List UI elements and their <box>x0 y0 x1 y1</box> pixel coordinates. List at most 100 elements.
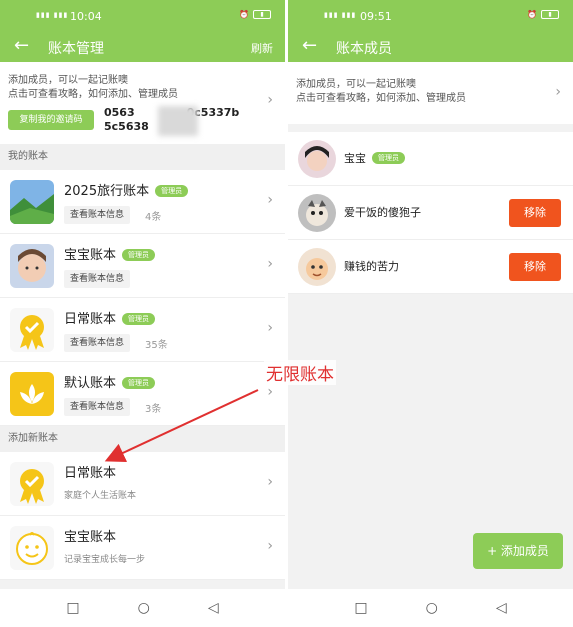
add-member-button[interactable]: + 添加成员 <box>473 533 563 569</box>
back-arrow-icon[interactable]: ← <box>302 36 317 56</box>
landscape-photo-icon <box>10 180 54 224</box>
tip-line-1: 添加成员，可以一起记账噢 <box>296 79 416 90</box>
back-triangle-icon[interactable]: ◁ <box>496 600 507 616</box>
status-bar: ▮▮▮ ▮▮▮ 10:04 ⏰ ▮ <box>0 0 285 32</box>
redaction-blur <box>158 106 198 136</box>
back-triangle-icon[interactable]: ◁ <box>208 600 219 616</box>
view-book-info-button[interactable]: 查看账本信息 <box>64 334 131 352</box>
member-name: 爱干饭的傻狍子 <box>344 206 421 219</box>
member-name-text: 宝宝 <box>344 152 366 165</box>
status-time: 10:04 <box>70 10 102 23</box>
admin-badge: 管理员 <box>122 377 156 389</box>
tip-line-2: 点击可查看攻略，如何添加、管理成员 <box>8 89 178 100</box>
alarm-icon: ⏰ <box>239 10 249 19</box>
member-name: 赚钱的苦力 <box>344 260 399 273</box>
left-phone-screen: ▮▮▮ ▮▮▮ 10:04 ⏰ ▮ ← 账本管理 刷新 添加成员，可以一起记账噢 … <box>0 0 285 627</box>
member-row[interactable]: 爱干饭的傻狍子 移除 <box>288 186 573 240</box>
status-icons: ⏰ ▮ <box>239 10 271 19</box>
remove-member-button[interactable]: 移除 <box>509 253 561 281</box>
chevron-right-icon: › <box>267 256 273 272</box>
book-row[interactable]: 默认账本 管理员 查看账本信息 3条 › <box>0 362 285 426</box>
remove-member-button[interactable]: 移除 <box>509 199 561 227</box>
medal-icon <box>10 308 54 352</box>
book-name-text: 默认账本 <box>64 376 117 391</box>
recents-square-icon[interactable]: □ <box>354 600 367 616</box>
entry-count: 3条 <box>145 404 162 415</box>
divider <box>288 124 573 132</box>
invite-tip-card[interactable]: 添加成员，可以一起记账噢 点击可查看攻略，如何添加、管理成员 › <box>288 62 573 124</box>
invite-tip-card[interactable]: 添加成员，可以一起记账噢 点击可查看攻略，如何添加、管理成员 › 复制我的邀请码… <box>0 62 285 144</box>
view-book-info-button[interactable]: 查看账本信息 <box>64 206 131 224</box>
baby-face-icon <box>10 526 54 570</box>
new-book-name: 宝宝账本 <box>64 530 117 545</box>
admin-badge: 管理员 <box>122 249 156 261</box>
new-book-row[interactable]: 日常账本 家庭个人生活账本 › <box>0 452 285 516</box>
book-name: 默认账本 管理员 <box>64 372 156 391</box>
invite-code-part-3: 5c5638 <box>104 120 149 133</box>
avatar <box>298 140 336 178</box>
entry-count: 4条 <box>145 212 162 223</box>
home-circle-icon[interactable]: ○ <box>426 600 438 616</box>
new-book-row[interactable]: 宝宝账本 记录宝宝成长每一步 › <box>0 516 285 580</box>
book-name-text: 宝宝账本 <box>64 248 117 263</box>
book-name: 2025旅行账本 管理员 <box>64 180 189 199</box>
entry-count: 35条 <box>145 340 168 351</box>
annotation-label: 无限账本 <box>264 360 336 385</box>
medal-icon <box>10 462 54 506</box>
admin-badge: 管理员 <box>122 313 156 325</box>
signal-icon: ▮▮▮ ▮▮▮ <box>36 11 69 19</box>
book-row[interactable]: 2025旅行账本 管理员 查看账本信息 4条 › <box>0 170 285 234</box>
avatar <box>298 194 336 232</box>
view-book-info-button[interactable]: 查看账本信息 <box>64 270 131 288</box>
chevron-right-icon: › <box>267 474 273 490</box>
my-books-label: 我的账本 <box>0 144 285 170</box>
admin-badge: 管理员 <box>155 185 189 197</box>
nav-bar: ← 账本成员 <box>288 32 573 62</box>
member-row[interactable]: 赚钱的苦力 移除 <box>288 240 573 294</box>
book-name-text: 日常账本 <box>64 312 117 327</box>
page-title: 账本管理 <box>48 41 104 57</box>
avatar <box>298 248 336 286</box>
book-row[interactable]: 宝宝账本 管理员 查看账本信息 › <box>0 234 285 298</box>
baby-photo-icon <box>10 244 54 288</box>
screenshot-root: ▮▮▮ ▮▮▮ 10:04 ⏰ ▮ ← 账本管理 刷新 添加成员，可以一起记账噢 … <box>0 0 573 627</box>
page-title: 账本成员 <box>336 41 392 57</box>
status-bar: ▮▮▮ ▮▮▮ 09:51 ⏰ ▮ <box>288 0 573 32</box>
admin-badge: 管理员 <box>372 152 405 164</box>
battery-icon: ▮ <box>253 10 271 19</box>
tip-line-2: 点击可查看攻略，如何添加、管理成员 <box>296 93 466 104</box>
tip-line-1: 添加成员，可以一起记账噢 <box>8 75 128 86</box>
chevron-right-icon: › <box>555 84 561 100</box>
copy-invite-code-button[interactable]: 复制我的邀请码 <box>8 110 94 130</box>
view-book-info-button[interactable]: 查看账本信息 <box>64 398 131 416</box>
nav-bar: ← 账本管理 刷新 <box>0 32 285 62</box>
book-name: 宝宝账本 管理员 <box>64 244 156 263</box>
invite-code-part-1: 0563 <box>104 106 135 119</box>
chevron-right-icon: › <box>267 320 273 336</box>
new-book-name: 日常账本 <box>64 466 117 481</box>
new-book-description: 家庭个人生活账本 <box>64 491 137 501</box>
alarm-icon: ⏰ <box>527 10 537 19</box>
chevron-right-icon: › <box>267 192 273 208</box>
new-book-description: 记录宝宝成长每一步 <box>64 555 146 565</box>
refresh-button[interactable]: 刷新 <box>251 40 273 56</box>
member-name: 宝宝 管理员 <box>344 150 405 166</box>
status-time: 09:51 <box>360 10 392 23</box>
back-arrow-icon[interactable]: ← <box>14 36 29 56</box>
book-name-text: 2025旅行账本 <box>64 184 150 199</box>
status-icons: ⏰ ▮ <box>527 10 559 19</box>
system-nav-bar: □ ○ ◁ <box>0 589 285 627</box>
battery-icon: ▮ <box>541 10 559 19</box>
chevron-right-icon: › <box>267 384 273 400</box>
system-nav-bar: □ ○ ◁ <box>288 589 573 627</box>
book-name: 日常账本 管理员 <box>64 308 156 327</box>
lotus-icon <box>10 372 54 416</box>
signal-icon: ▮▮▮ ▮▮▮ <box>324 11 357 19</box>
chevron-right-icon: › <box>267 538 273 554</box>
recents-square-icon[interactable]: □ <box>66 600 79 616</box>
member-row[interactable]: 宝宝 管理员 <box>288 132 573 186</box>
home-circle-icon[interactable]: ○ <box>138 600 150 616</box>
book-row[interactable]: 日常账本 管理员 查看账本信息 35条 › <box>0 298 285 362</box>
right-phone-screen: ▮▮▮ ▮▮▮ 09:51 ⏰ ▮ ← 账本成员 添加成员，可以一起记账噢 点击可… <box>288 0 573 627</box>
add-new-book-label: 添加新账本 <box>0 426 285 452</box>
